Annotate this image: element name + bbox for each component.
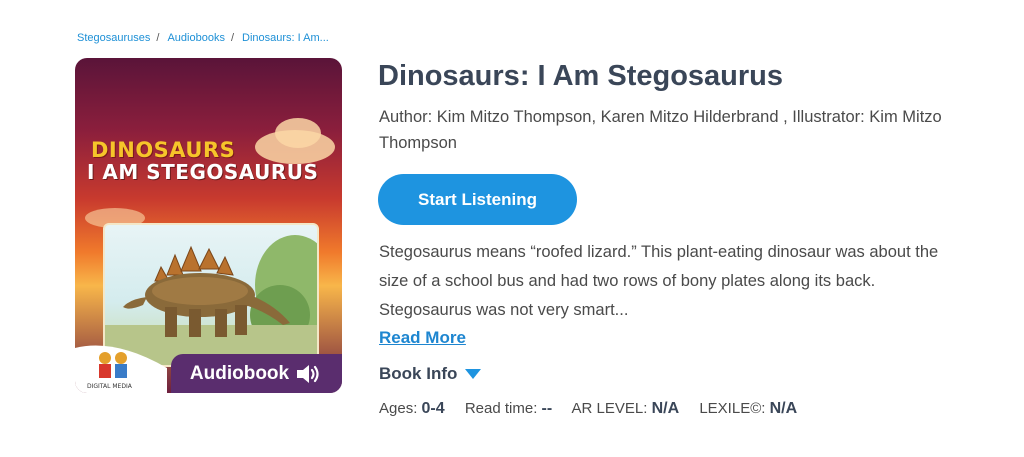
cover-cloud xyxy=(275,118,321,148)
ar-level-info: AR LEVEL: N/A xyxy=(572,400,680,417)
read-time-info: Read time: -- xyxy=(465,400,552,417)
breadcrumb-stegosauruses[interactable]: Stegosauruses xyxy=(77,32,150,44)
breadcrumb-separator: / xyxy=(156,32,160,44)
book-cover[interactable]: DINOSAURS I AM STEGOSAURUS DIGITAL MEDIA… xyxy=(75,58,342,393)
read-more-link[interactable]: Read More xyxy=(379,328,466,348)
audiobook-badge-label: Audiobook xyxy=(189,362,290,384)
ar-level-label: AR LEVEL: xyxy=(571,400,648,417)
author-info: Author: Kim Mitzo Thompson, Karen Mitzo … xyxy=(379,108,942,152)
lexile-info: LEXILE©: N/A xyxy=(699,400,797,417)
ar-level-value: N/A xyxy=(651,400,680,417)
ages-info: Ages: 0-4 xyxy=(379,400,445,417)
breadcrumb-separator: / xyxy=(230,32,235,44)
twin-sisters-logo-icon: DIGITAL MEDIA xyxy=(75,345,167,393)
breadcrumb-audiobooks[interactable]: Audiobooks xyxy=(167,32,225,44)
book-meta: Ages: 0-4 Read time: -- AR LEVEL: N/A LE… xyxy=(379,400,813,418)
svg-text:DIGITAL MEDIA: DIGITAL MEDIA xyxy=(87,383,133,390)
book-info-toggle[interactable]: Book Info xyxy=(379,364,482,384)
start-listening-button[interactable]: Start Listening xyxy=(378,174,577,225)
ages-value: 0-4 xyxy=(421,400,445,417)
lexile-value: N/A xyxy=(769,400,798,417)
lexile-label: LEXILE©: xyxy=(699,400,766,417)
book-description: Stegosaurus means “roofed lizard.” This … xyxy=(379,243,939,319)
book-title: Dinosaurs: I Am Stegosaurus xyxy=(378,60,784,92)
read-time-label: Read time: xyxy=(464,400,538,417)
breadcrumb-current[interactable]: Dinosaurs: I Am... xyxy=(242,32,329,44)
book-info-label: Book Info xyxy=(379,364,458,383)
breadcrumb: Stegosauruses / Audiobooks / Dinosaurs: I Am… xyxy=(77,32,329,44)
publisher-logo: DIGITAL MEDIA xyxy=(75,328,167,393)
audiobook-badge: Audiobook xyxy=(171,354,342,393)
ages-label: Ages: xyxy=(379,400,418,417)
cover-title-line1: DINOSAURS xyxy=(91,138,236,162)
read-time-value: -- xyxy=(541,400,553,417)
chevron-down-icon xyxy=(465,369,482,379)
cover-title-line2: I AM STEGOSAURUS xyxy=(87,160,319,184)
speaker-icon xyxy=(297,364,319,383)
